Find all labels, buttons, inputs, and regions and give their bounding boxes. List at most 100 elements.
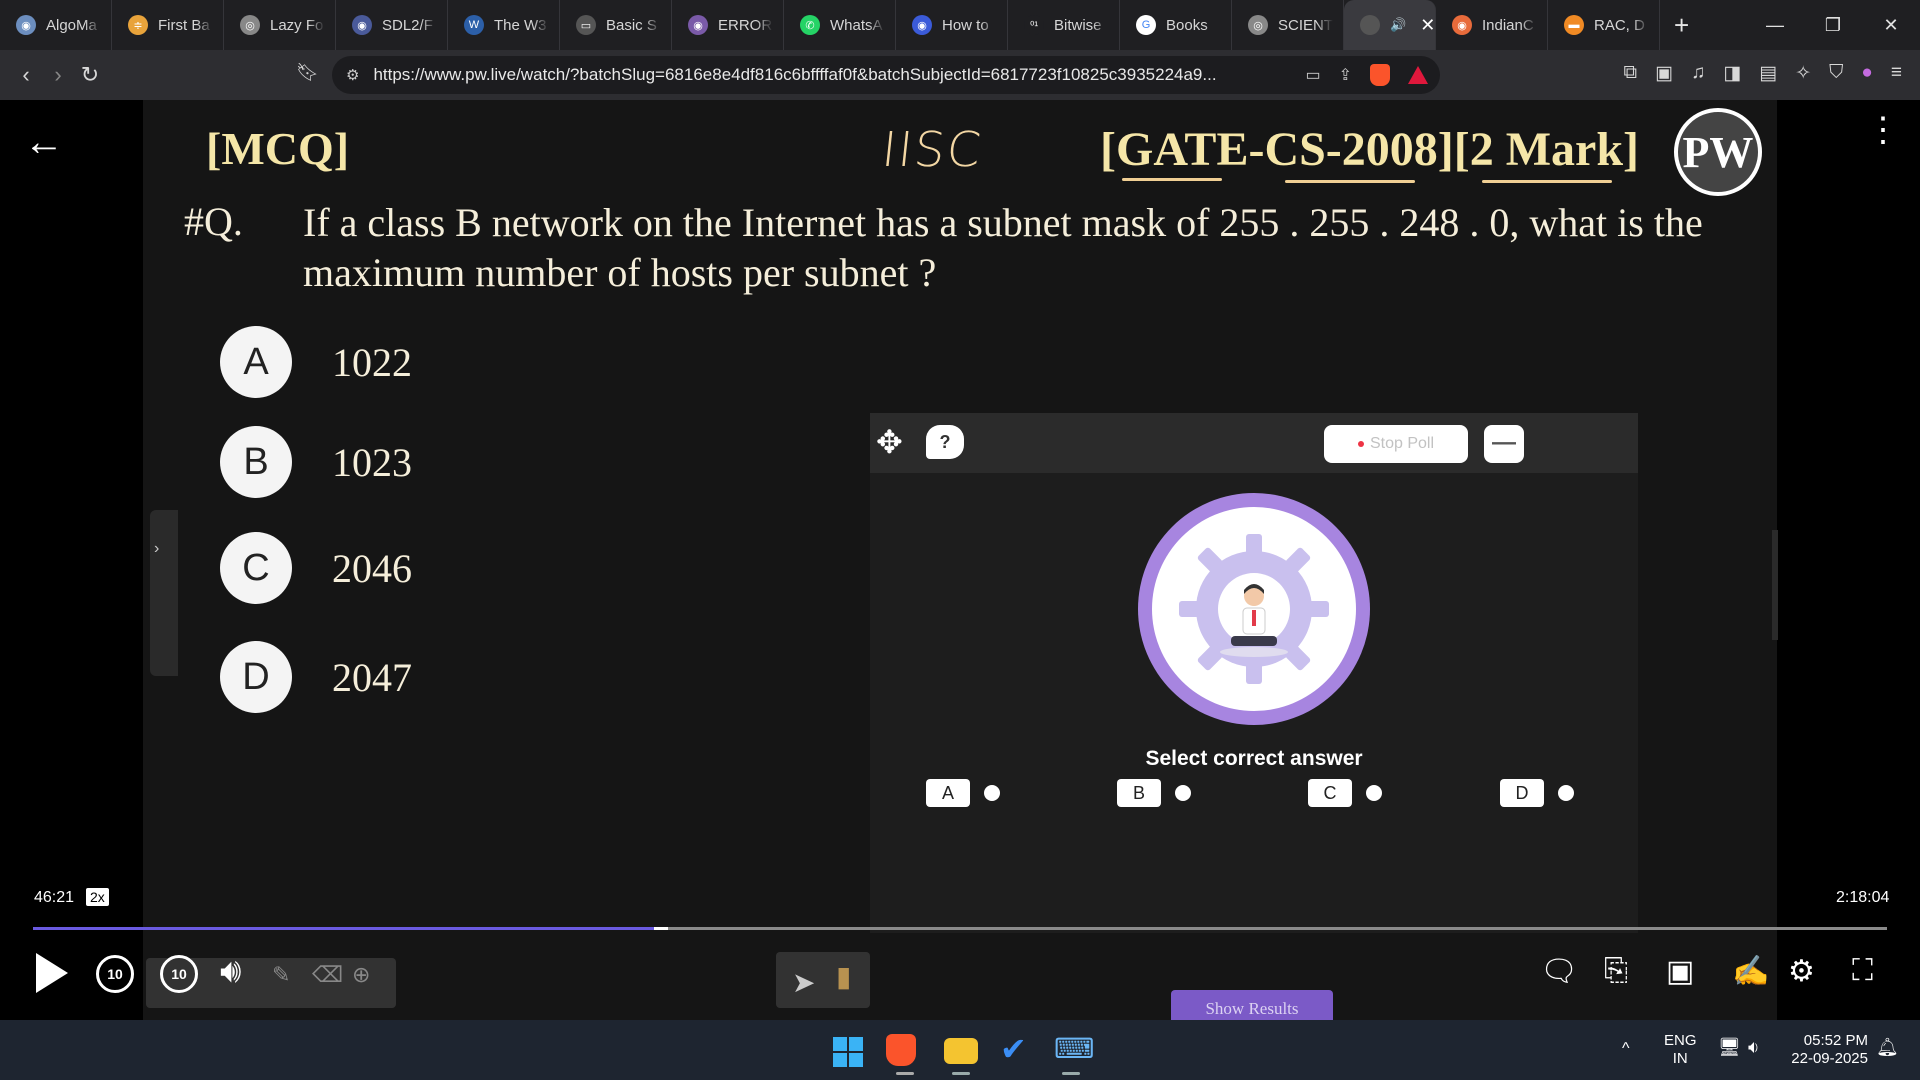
tab-audio-icon[interactable]: 🔊 [1390, 17, 1406, 33]
play-icon[interactable] [36, 953, 68, 993]
chat-icon[interactable]: 🗨︎ [1540, 954, 1578, 989]
brave-browser-icon[interactable] [886, 1034, 916, 1066]
browser-tab[interactable]: ≑ First Ba [112, 0, 224, 50]
poll-choice-d[interactable]: D [1500, 779, 1574, 807]
tab-title: ERROR [718, 16, 773, 34]
url-text[interactable]: https://www.pw.live/watch/?batchSlug=681… [373, 65, 1243, 85]
wallet-icon[interactable]: ▤ [1759, 62, 1777, 85]
choice-radio[interactable] [984, 785, 1000, 801]
language-indicator[interactable]: ENG IN [1664, 1032, 1697, 1068]
network-icon[interactable]: 🖥︎ [1718, 1038, 1741, 1056]
window-restore-button[interactable]: ❐ [1804, 0, 1862, 50]
progress-handle[interactable] [654, 927, 668, 930]
sidebar-icon[interactable]: ◨ [1723, 62, 1741, 85]
browser-tab[interactable]: ◉ IndianC [1436, 0, 1548, 50]
pointer-icon[interactable]: ➤ [792, 966, 815, 999]
share-icon[interactable]: ⇪ [1339, 65, 1352, 85]
tab-favicon-icon: ▭ [576, 15, 596, 35]
eraser-tool-icon[interactable]: ⌫ [312, 962, 343, 988]
browser-tab[interactable]: ◉ How to [896, 0, 1008, 50]
reload-icon[interactable]: ↻ [74, 62, 106, 88]
reader-icon[interactable]: ▣ [1655, 62, 1673, 85]
help-icon[interactable]: ? [926, 425, 964, 459]
extensions-icon[interactable]: ⧉ [1624, 62, 1638, 85]
pen-tool-icon[interactable]: ✎ [272, 962, 290, 988]
progress-fill [33, 927, 654, 930]
settings-gear-icon[interactable]: ⚙ [1788, 954, 1815, 989]
choice-radio[interactable] [1366, 785, 1382, 801]
notification-bell-icon[interactable]: 🔔︎ [1876, 1038, 1899, 1056]
keyboard-app-icon[interactable]: ⌨ [1054, 1032, 1094, 1064]
profile-icon[interactable]: ● [1861, 62, 1872, 85]
more-options-icon[interactable]: ⋮ [1866, 113, 1900, 147]
option-value: 2047 [332, 654, 412, 700]
forward-10-icon[interactable]: 10 [160, 955, 198, 993]
hidden-icons-chevron[interactable]: ^ [1622, 1040, 1630, 1058]
video-player[interactable]: ← ⋮ [MCQ] IISC [GATE-CS-2008][2 Mark] PW… [0, 100, 1920, 1028]
clock[interactable]: 05:52 PM 22-09-2025 [1784, 1032, 1868, 1068]
choice-radio[interactable] [1175, 785, 1191, 801]
address-bar[interactable]: ⚙ https://www.pw.live/watch/?batchSlug=6… [332, 56, 1440, 94]
browser-toolbar: ‹ › ↻ 🔖︎ ⚙ https://www.pw.live/watch/?ba… [0, 50, 1920, 100]
windows-start-icon[interactable] [833, 1037, 863, 1067]
poll-title: Select correct answer [1145, 747, 1363, 770]
window-close-button[interactable]: ✕ [1862, 0, 1920, 50]
todo-icon[interactable]: ✔ [1000, 1030, 1034, 1067]
browser-tab[interactable]: W The W3 [448, 0, 560, 50]
new-tab-button[interactable]: + [1674, 10, 1704, 41]
rewind-10-icon[interactable]: 10 [96, 955, 134, 993]
poll-illustration [1138, 493, 1370, 725]
poll-choice-b[interactable]: B [1117, 779, 1191, 807]
browser-tab-active[interactable]: 🔊 ✕ [1344, 0, 1436, 50]
progress-bar[interactable] [33, 927, 1887, 930]
translate-icon[interactable]: ⎘ [1604, 954, 1628, 988]
tab-close-icon[interactable]: ✕ [1420, 15, 1435, 36]
vpn-icon[interactable]: ⛉ [1829, 62, 1843, 85]
browser-tab[interactable]: ◉ SDL2/F [336, 0, 448, 50]
browser-tab[interactable]: ✆ WhatsA [784, 0, 896, 50]
menu-icon[interactable]: ≡ [1891, 62, 1902, 85]
playback-speed-badge[interactable]: 2x [86, 888, 109, 906]
option-letter: A [220, 326, 292, 398]
back-icon[interactable]: ‹ [10, 62, 42, 88]
notes-icon[interactable]: ✍ [1732, 954, 1769, 989]
highlighter-icon[interactable]: ▮ [836, 960, 851, 993]
zoom-tool-icon[interactable]: ⊕ [352, 962, 370, 988]
move-icon[interactable]: ✥ [876, 423, 903, 461]
browser-tab[interactable]: ▬ RAC, D [1548, 0, 1660, 50]
stop-poll-button[interactable]: Stop Poll [1324, 425, 1468, 463]
brave-shields-icon[interactable] [1370, 64, 1390, 86]
leo-icon[interactable]: ✧ [1795, 62, 1811, 85]
fullscreen-icon[interactable]: ⛶ [1852, 954, 1873, 988]
site-settings-icon[interactable]: ⚙ [346, 66, 359, 84]
browser-tab[interactable]: ◉ ERROR [672, 0, 784, 50]
poll-choice-c[interactable]: C [1308, 779, 1382, 807]
forward-icon[interactable]: › [42, 62, 74, 88]
browser-tab[interactable]: ◎ SCIENT [1232, 0, 1344, 50]
side-panel-toggle[interactable]: › [150, 510, 178, 676]
right-panel-handle[interactable] [1772, 530, 1778, 640]
browser-tab[interactable]: ◉ AlgoMa [0, 0, 112, 50]
poll-choice-a[interactable]: A [926, 779, 1000, 807]
tab-favicon-icon: ✆ [800, 15, 820, 35]
cast-icon[interactable]: ▭ [1305, 65, 1320, 85]
browser-tab[interactable]: ⁰¹ Bitwise [1008, 0, 1120, 50]
speaker-icon[interactable]: 🔉︎ [1748, 1038, 1759, 1056]
brave-rewards-icon[interactable] [1408, 66, 1428, 84]
back-arrow-icon[interactable]: ← [24, 120, 64, 165]
file-explorer-icon[interactable] [944, 1038, 978, 1064]
pw-logo: PW [1674, 108, 1762, 196]
tab-favicon-icon: ◎ [240, 15, 260, 35]
bookmark-icon[interactable]: 🔖︎ [296, 62, 319, 83]
browser-tab[interactable]: ▭ Basic S [560, 0, 672, 50]
media-icon[interactable]: ♫ [1691, 62, 1705, 85]
window-minimize-button[interactable]: — [1746, 0, 1804, 50]
volume-icon[interactable]: 🔊︎ [220, 952, 241, 991]
browser-tab[interactable]: G Books [1120, 0, 1232, 50]
browser-tab[interactable]: ◎ Lazy Fo [224, 0, 336, 50]
annotation-underline [1122, 178, 1222, 181]
picture-in-picture-icon[interactable]: ▣ [1666, 954, 1694, 989]
tab-favicon-icon [1360, 15, 1380, 35]
choice-radio[interactable] [1558, 785, 1574, 801]
minimize-poll-button[interactable]: — [1484, 425, 1524, 463]
